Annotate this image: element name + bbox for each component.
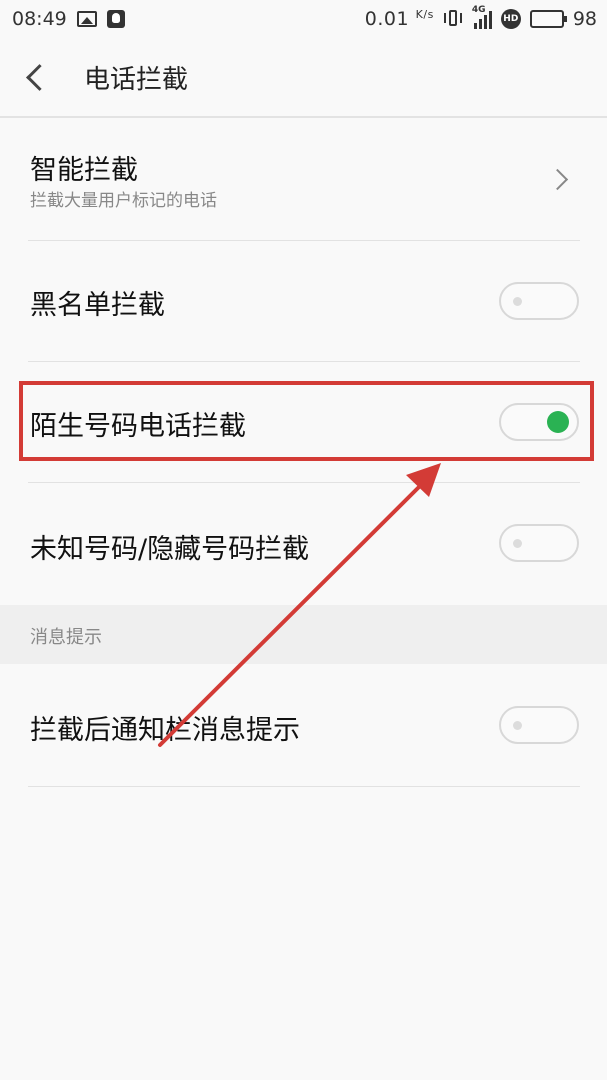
- chevron-left-icon: [25, 63, 53, 91]
- status-time: 08:49: [12, 8, 67, 30]
- highlight-box: [19, 381, 594, 461]
- page-title: 电话拦截: [84, 64, 189, 95]
- unknown-hidden-toggle[interactable]: [499, 524, 579, 562]
- toggle-knob: [513, 297, 522, 306]
- status-bar-left: 08:49: [0, 8, 125, 30]
- section-title: 消息提示: [30, 627, 102, 648]
- chevron-right-icon: [546, 168, 569, 191]
- network-speed-unit: K/s: [415, 8, 434, 21]
- toggle-knob: [513, 539, 522, 548]
- toggle-knob: [513, 721, 522, 730]
- vibrate-icon: [443, 9, 465, 29]
- setting-label: 拦截后通知栏消息提示: [30, 715, 300, 746]
- status-bar: 08:49 0.01 K/s 4G HD 98: [0, 0, 607, 38]
- notify-toggle[interactable]: [499, 706, 579, 744]
- network-speed: 0.01 K/s: [365, 8, 434, 30]
- blacklist-toggle[interactable]: [499, 282, 579, 320]
- setting-sublabel: 拦截大量用户标记的电话: [30, 191, 217, 211]
- setting-notify-after-intercept: 拦截后通知栏消息提示: [0, 664, 607, 786]
- setting-blacklist-intercept: 黑名单拦截: [0, 241, 607, 361]
- section-header-message-hint: 消息提示: [0, 605, 607, 664]
- setting-label: 智能拦截: [30, 155, 138, 186]
- network-type-label: 4G: [471, 5, 486, 15]
- back-button[interactable]: [0, 38, 72, 116]
- qq-icon: [106, 10, 125, 28]
- divider: [28, 786, 580, 787]
- setting-label: 未知号码/隐藏号码拦截: [30, 534, 310, 565]
- battery-icon: [529, 10, 567, 28]
- setting-smart-intercept[interactable]: 智能拦截 拦截大量用户标记的电话: [0, 118, 607, 240]
- status-bar-right: 0.01 K/s 4G HD 98: [365, 5, 607, 30]
- setting-label: 黑名单拦截: [30, 290, 165, 321]
- setting-unknown-hidden-intercept: 未知号码/隐藏号码拦截: [0, 483, 607, 605]
- network-speed-value: 0.01: [364, 8, 410, 30]
- image-icon: [76, 11, 97, 27]
- battery-percent: 98: [572, 8, 597, 30]
- hd-icon: HD: [500, 9, 521, 29]
- title-bar: 电话拦截: [0, 38, 607, 116]
- signal-icon: 4G: [472, 5, 492, 29]
